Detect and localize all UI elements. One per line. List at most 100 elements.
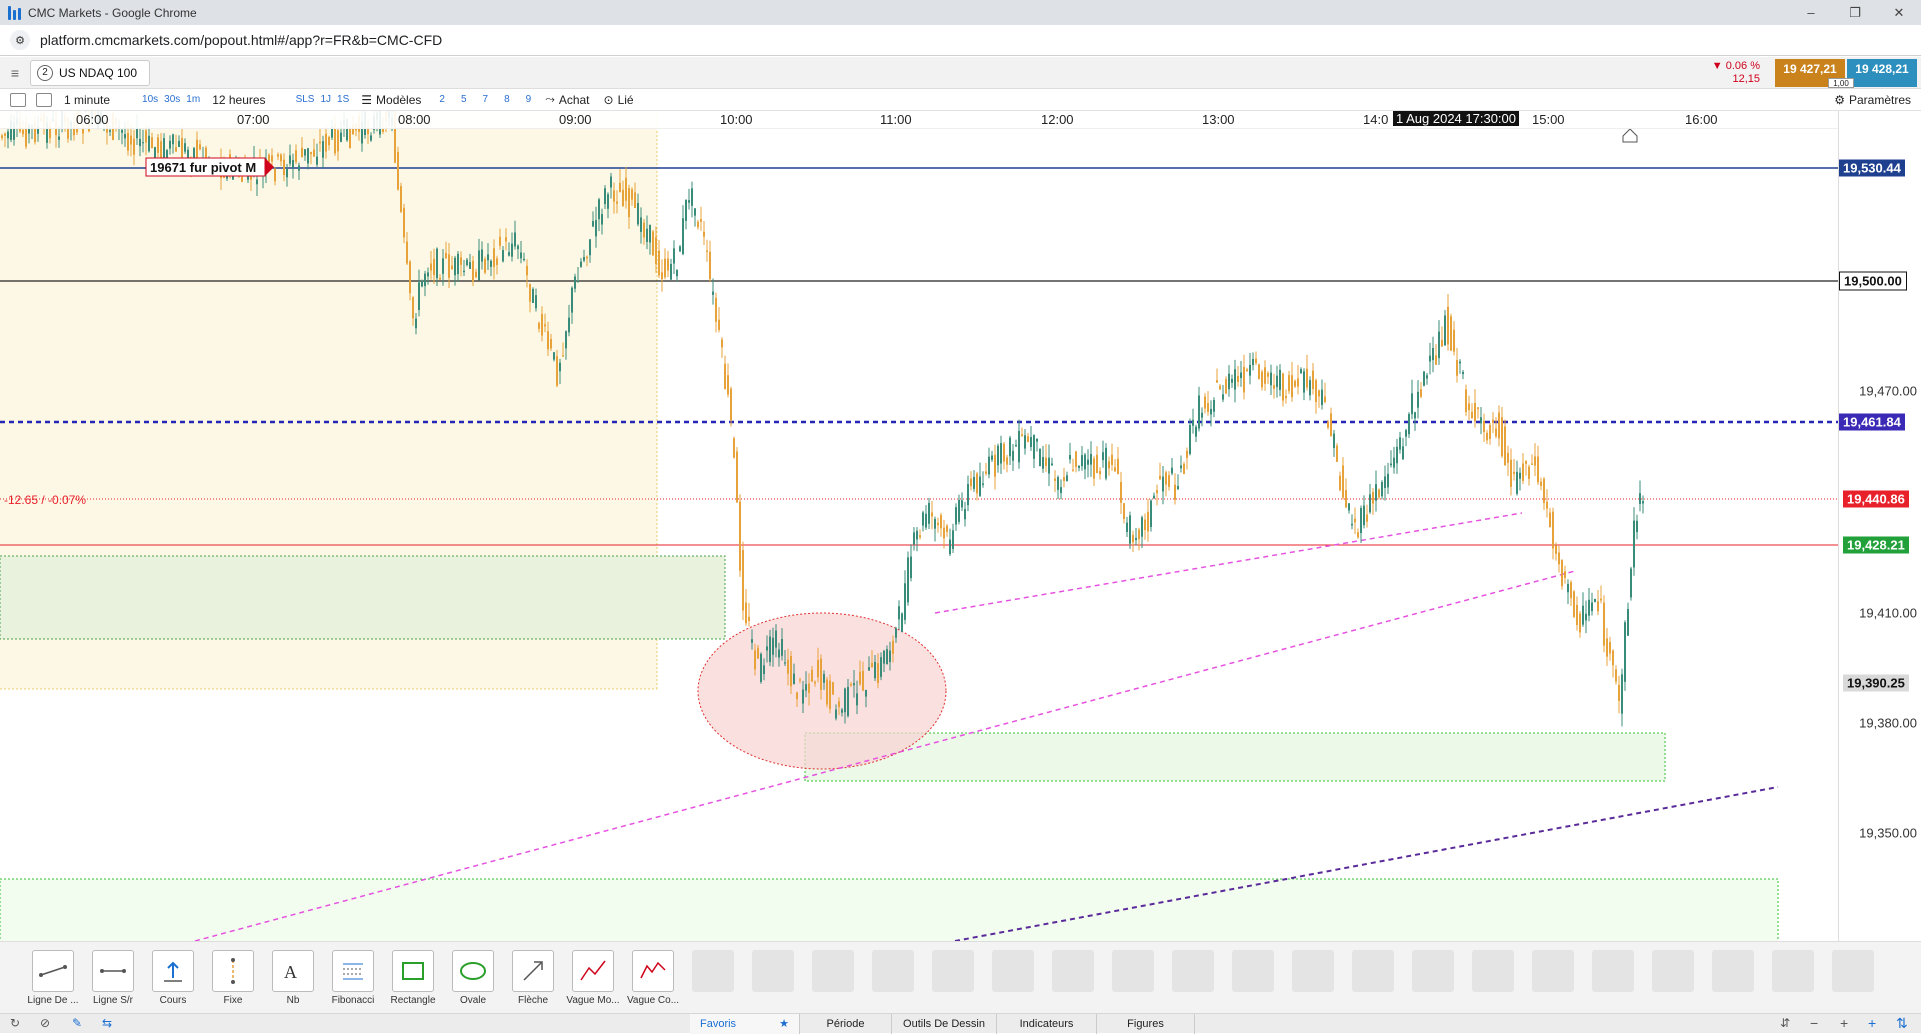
tab-indicateurs[interactable]: Indicateurs [997,1014,1097,1034]
tab-periode[interactable]: Période [800,1014,892,1034]
empty-tool-slot[interactable] [812,950,854,992]
fibonacci-icon[interactable] [332,950,374,992]
tool-sr-line[interactable]: Ligne S/r [85,950,141,1006]
demand-zone-lower[interactable] [0,878,1779,941]
tool-rectangle[interactable]: Rectangle [385,950,441,1006]
empty-tool-slot[interactable] [1172,950,1214,992]
empty-tool-slot[interactable] [1352,950,1394,992]
empty-tool-slot[interactable] [1472,950,1514,992]
empty-tool-slot[interactable] [1772,950,1814,992]
tab-figures[interactable]: Figures [1097,1014,1195,1034]
chart-list-icon[interactable] [10,92,26,107]
link-button[interactable]: Lié [618,93,634,107]
empty-tool-slot[interactable] [1232,950,1274,992]
tool-text-note[interactable]: A Nb [265,950,321,1006]
chart-area[interactable]: 19671 fur pivot M -12.65 / -0.07% 06:00 … [0,111,1921,941]
range-1s[interactable]: 1S [337,94,349,105]
order-icon[interactable]: ⤳ [545,92,555,107]
tool-fixed-line[interactable]: Fixe [205,950,261,1006]
tool-wave-motive[interactable]: Vague Mo... [565,950,621,1006]
oval-drawing[interactable] [697,612,947,770]
model-slot-2[interactable]: 2 [439,94,445,105]
minimize-button[interactable]: – [1789,0,1833,25]
rectangle-icon[interactable] [392,950,434,992]
empty-tool-slot[interactable] [1532,950,1574,992]
address-bar[interactable]: ⚙ platform.cmcmarkets.com/popout.html#/a… [0,25,1921,56]
price-axis[interactable]: 19,530.44 19,500.00 19,470.00 19,461.84 … [1838,111,1921,941]
settings-button[interactable]: Paramètres [1849,93,1911,107]
empty-tool-slot[interactable] [1832,950,1874,992]
fit-icon[interactable]: ⇅ [1896,1015,1908,1032]
tool-line-tool[interactable]: Ligne De ... [25,950,81,1006]
demand-zone-middle[interactable] [804,732,1666,782]
close-button[interactable]: ✕ [1877,0,1921,25]
demand-zone-upper[interactable] [0,555,726,640]
resize-icon[interactable]: ⇵ [1780,1016,1790,1030]
price-chart[interactable]: 19671 fur pivot M -12.65 / -0.07% 06:00 … [0,111,1838,941]
empty-tool-slot[interactable] [1412,950,1454,992]
site-settings-icon[interactable]: ⚙ [10,30,30,50]
range-1j[interactable]: 1J [320,94,331,105]
range-select[interactable]: 12 heures [212,93,265,107]
fixed-line-icon[interactable] [212,950,254,992]
crosshair-icon[interactable]: + [1868,1015,1876,1031]
menu-icon[interactable]: ≡ [6,65,24,81]
interval-1m[interactable]: 1m [186,94,200,105]
tool-arrow[interactable]: Flèche [505,950,561,1006]
buy-price-button[interactable]: 19 428,21 [1847,59,1917,87]
tool-wave-corrective[interactable]: Vague Co... [625,950,681,1006]
chart-layout-icon[interactable] [36,92,52,107]
empty-tool-slot[interactable] [992,950,1034,992]
empty-tool-slot[interactable] [752,950,794,992]
range-sls[interactable]: SLS [296,94,315,105]
tool-oval[interactable]: Ovale [445,950,501,1006]
instrument-tab[interactable]: 2 US NDAQ 100 [30,60,150,86]
empty-tool-slot[interactable] [1712,950,1754,992]
empty-tool-slot[interactable] [1052,950,1094,992]
tool-price-marker[interactable]: Cours [145,950,201,1006]
empty-tool-slot[interactable] [1292,950,1334,992]
tool-fibonacci[interactable]: Fibonacci [325,950,381,1006]
zoom-out-button[interactable]: − [1810,1015,1818,1031]
chart-canvas[interactable]: 19671 fur pivot M -12.65 / -0.07% [0,111,1838,941]
empty-tool-slot[interactable] [932,950,974,992]
model-slot-8[interactable]: 8 [504,94,510,105]
models-icon[interactable]: ☰ [361,93,372,107]
interval-10s[interactable]: 10s [142,94,158,105]
arrow-icon[interactable] [512,950,554,992]
model-slot-7[interactable]: 7 [483,94,489,105]
line-tool-icon[interactable] [32,950,74,992]
oval-icon[interactable] [452,950,494,992]
model-slot-9[interactable]: 9 [526,94,532,105]
restore-button[interactable]: ❐ [1833,0,1877,25]
wave-corrective-icon[interactable] [632,950,674,992]
cancel-icon[interactable]: ⊘ [40,1016,50,1030]
order-button[interactable]: Achat [559,93,590,107]
wave-motive-icon[interactable] [572,950,614,992]
link-icon[interactable]: ⊙ [604,93,614,107]
tab-favoris[interactable]: Favoris ★ [690,1014,800,1034]
sr-line-icon[interactable] [92,950,134,992]
empty-tool-slot[interactable] [872,950,914,992]
model-slot-5[interactable]: 5 [461,94,467,105]
settings-icon[interactable]: ⚙ [1834,93,1845,107]
pivot-label[interactable]: 19671 fur pivot M [145,157,274,177]
empty-tool-slot[interactable] [1652,950,1694,992]
timeframe-select[interactable]: 1 minute [64,93,110,107]
trendline-short[interactable] [934,512,1523,614]
current-price-tag: 19,428.21 [1843,536,1909,554]
url-text[interactable]: platform.cmcmarkets.com/popout.html#/app… [40,32,442,48]
interval-30s[interactable]: 30s [164,94,180,105]
home-marker-icon[interactable] [1622,128,1638,143]
magnet-icon[interactable]: ⇆ [102,1016,112,1030]
empty-tool-slot[interactable] [692,950,734,992]
refresh-icon[interactable]: ↻ [10,1016,20,1030]
empty-tool-slot[interactable] [1592,950,1634,992]
tab-outils[interactable]: Outils De Dessin [892,1014,997,1034]
price-marker-icon[interactable] [152,950,194,992]
models-button[interactable]: Modèles [376,93,421,107]
zoom-in-button[interactable]: + [1840,1015,1848,1031]
pencil-icon[interactable]: ✎ [72,1016,82,1030]
text-note-icon[interactable]: A [272,950,314,992]
empty-tool-slot[interactable] [1112,950,1154,992]
